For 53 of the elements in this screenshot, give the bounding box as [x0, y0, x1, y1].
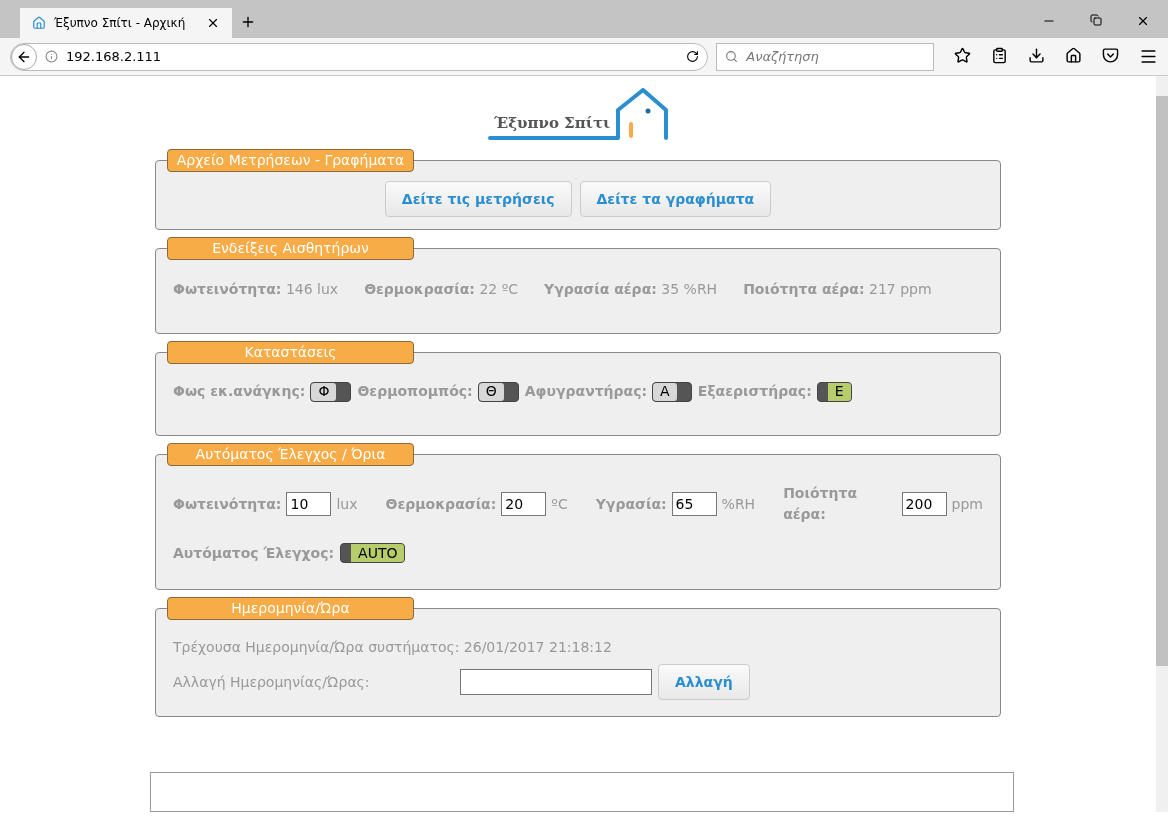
star-icon[interactable] — [954, 47, 971, 64]
house-icon — [32, 16, 46, 30]
reading-list-icon[interactable] — [991, 47, 1008, 64]
panel-legend: Ενδείξεις Αισθητήρων — [167, 237, 414, 260]
sensor-reading: Υγρασία αέρα: 35 %RH — [544, 280, 718, 299]
logo: Έξυπνο Σπίτι — [488, 88, 668, 142]
device-label: Θερμοπομπός: — [357, 382, 473, 401]
auto-label: Αυτόματος Έλεγχος: — [173, 544, 335, 563]
reload-icon[interactable] — [686, 50, 700, 63]
toggle-switch[interactable]: Ε — [816, 381, 852, 402]
toggle-switch[interactable]: Φ — [310, 381, 352, 402]
datetime-input[interactable] — [460, 669, 652, 695]
unit-label: lux — [336, 494, 358, 514]
unit-label: ºC — [551, 494, 568, 514]
device-label: Φως εκ.ανάγκης: — [173, 382, 306, 401]
search-field[interactable]: Αναζήτηση — [716, 42, 934, 71]
sensor-reading: Φωτεινότητα: 146 lux — [173, 280, 339, 299]
toggle-switch[interactable]: Θ — [477, 381, 519, 402]
current-datetime: Τρέχουσα Ημερομηνία/Ώρα συστήματος: 26/01/2017 21:18:12 — [173, 638, 613, 657]
browser-tab[interactable]: Έξυπνο Σπίτι - Αρχική — [20, 8, 232, 38]
unit-label: %RH — [721, 494, 756, 514]
limit-label: Ποιότητα αέρα: — [783, 484, 859, 524]
panel-legend: Ημερομηνία/Ώρα — [167, 597, 414, 620]
limit-input[interactable]: 65 — [671, 492, 717, 516]
new-tab-icon[interactable] — [240, 14, 256, 30]
sensor-reading: Θερμοκρασία: 22 ºC — [364, 280, 519, 299]
panel-legend: Καταστάσεις — [167, 341, 414, 364]
limit-input[interactable]: 20 — [501, 492, 547, 516]
limit-label: Υγρασία: — [595, 494, 667, 514]
change-label: Αλλαγή Ημερομηνίας/Ώρας: — [173, 672, 371, 692]
unit-label: ppm — [951, 494, 983, 514]
search-icon — [725, 50, 739, 63]
home-icon[interactable] — [1065, 47, 1082, 64]
limit-label: Θερμοκρασία: — [385, 494, 497, 514]
restore-icon[interactable] — [1090, 14, 1102, 26]
info-icon — [45, 50, 58, 63]
toggle-switch[interactable]: AUTO — [340, 543, 406, 563]
sensor-reading: Ποιότητα αέρα: 217 ppm — [743, 280, 932, 299]
close-icon[interactable] — [1136, 14, 1150, 28]
panel-legend: Αρχείο Μετρήσεων - Γραφήματα — [167, 149, 414, 172]
device-label: Εξαεριστήρας: — [697, 382, 812, 401]
url-field[interactable]: 192.168.2.111 — [10, 42, 709, 71]
close-icon[interactable] — [206, 16, 220, 30]
limit-input[interactable]: 200 — [901, 492, 947, 516]
panel-legend: Αυτόματος Έλεγχος / Όρια — [167, 443, 414, 466]
limit-input[interactable]: 10 — [286, 492, 332, 516]
menu-icon[interactable] — [1139, 47, 1158, 66]
device-label: Αφυγραντήρας: — [524, 382, 648, 401]
limit-label: Φωτεινότητα: — [173, 494, 282, 514]
toggle-switch[interactable]: Α — [652, 381, 692, 402]
pocket-icon[interactable] — [1102, 47, 1119, 64]
download-icon[interactable] — [1028, 47, 1045, 64]
scrollbar[interactable] — [1156, 76, 1168, 812]
